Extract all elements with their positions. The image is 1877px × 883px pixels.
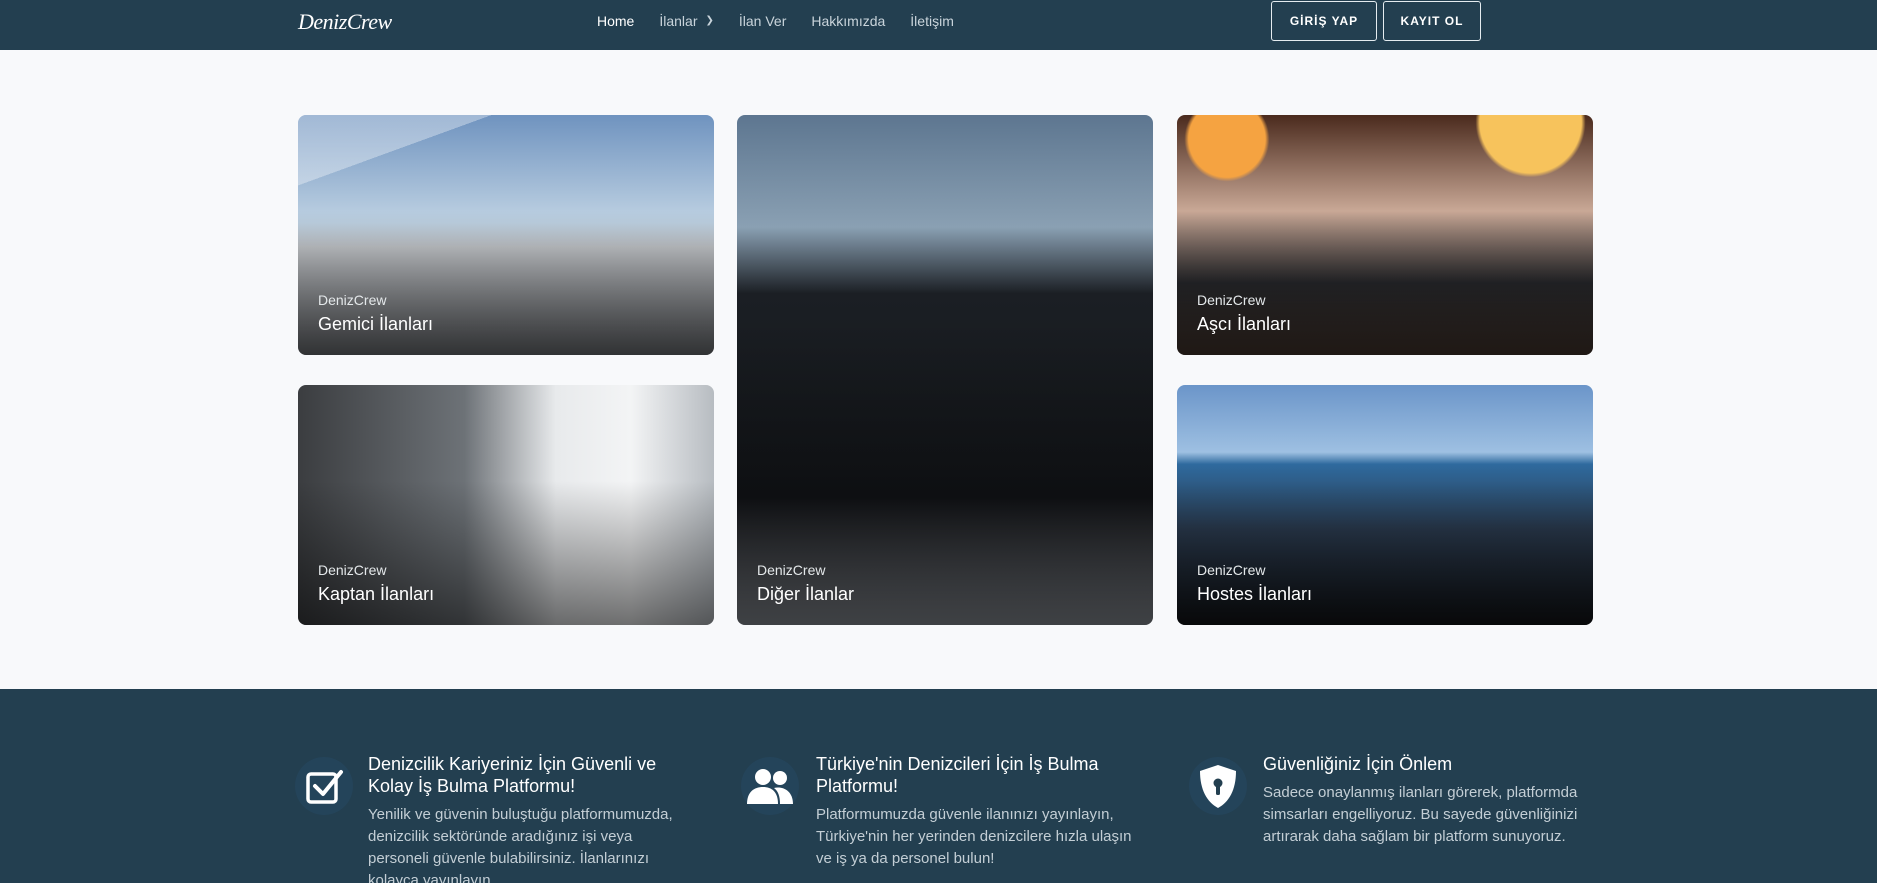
nav-home-label: Home: [597, 13, 635, 29]
card-subtitle: DenizCrew: [318, 292, 387, 308]
nav-hakkimizda[interactable]: Hakkımızda: [811, 13, 885, 29]
nav-ilanlar[interactable]: İlanlar ❯: [659, 13, 714, 29]
card-subtitle: DenizCrew: [757, 562, 826, 578]
card-text: DenizCrew Diğer İlanlar: [757, 562, 854, 605]
feature-description: Yenilik ve güvenin buluştuğu platformumu…: [368, 806, 673, 883]
feature-description: Platformumuzda güvenle ilanınızı yayınla…: [816, 806, 1132, 867]
users-icon: [741, 757, 799, 815]
chevron-down-icon: ❯: [705, 14, 714, 26]
card-gemici[interactable]: DenizCrew Gemici İlanları: [298, 115, 714, 355]
shield-lock-icon: [1189, 757, 1247, 815]
nav-hakkimizda-label: Hakkımızda: [811, 13, 886, 29]
login-button[interactable]: GİRİŞ YAP: [1271, 1, 1377, 41]
card-subtitle: DenizCrew: [1197, 562, 1266, 578]
main-nav: Home İlanlar ❯ İlan Ver Hakkımızda İletiş…: [597, 0, 979, 42]
card-title: Aşcı İlanları: [1197, 314, 1292, 334]
navbar: DenizCrew Home İlanlar ❯ İlan Ver Hakkımı…: [0, 0, 1877, 50]
card-title: Kaptan İlanları: [318, 584, 435, 604]
register-button[interactable]: KAYIT OL: [1383, 1, 1481, 41]
feature-title: Denizcilik Kariyeriniz İçin Güvenli ve K…: [368, 754, 657, 796]
nav-ilan-ver-label: İlan Ver: [738, 13, 787, 29]
feature-description: Sadece onaylanmış ilanları görerek, plat…: [1263, 784, 1578, 845]
feature-title: Güvenliğiniz İçin Önlem: [1263, 754, 1453, 774]
card-title: Hostes İlanları: [1197, 584, 1313, 604]
card-title: Gemici İlanları: [318, 314, 434, 334]
nav-ilan-ver[interactable]: İlan Ver: [739, 13, 786, 29]
card-diger[interactable]: DenizCrew Diğer İlanlar: [737, 115, 1153, 625]
card-subtitle: DenizCrew: [318, 562, 387, 578]
card-text: DenizCrew Kaptan İlanları: [318, 562, 434, 605]
feature-title: Türkiye'nin Denizcileri İçin İş Bulma Pl…: [816, 754, 1099, 796]
logo[interactable]: DenizCrew: [298, 9, 392, 35]
checkbox-icon: [295, 757, 353, 815]
card-text: DenizCrew Aşcı İlanları: [1197, 292, 1291, 335]
card-asci[interactable]: DenizCrew Aşcı İlanları: [1177, 115, 1593, 355]
card-kaptan[interactable]: DenizCrew Kaptan İlanları: [298, 385, 714, 625]
card-hostes[interactable]: DenizCrew Hostes İlanları: [1177, 385, 1593, 625]
card-text: DenizCrew Hostes İlanları: [1197, 562, 1312, 605]
card-subtitle: DenizCrew: [1197, 292, 1266, 308]
nav-ilanlar-label: İlanlar: [659, 13, 698, 29]
nav-home[interactable]: Home: [597, 13, 634, 29]
nav-iletisim[interactable]: İletişim: [910, 13, 954, 29]
nav-iletisim-label: İletişim: [910, 13, 954, 29]
card-title: Diğer İlanlar: [757, 584, 855, 604]
card-text: DenizCrew Gemici İlanları: [318, 292, 433, 335]
